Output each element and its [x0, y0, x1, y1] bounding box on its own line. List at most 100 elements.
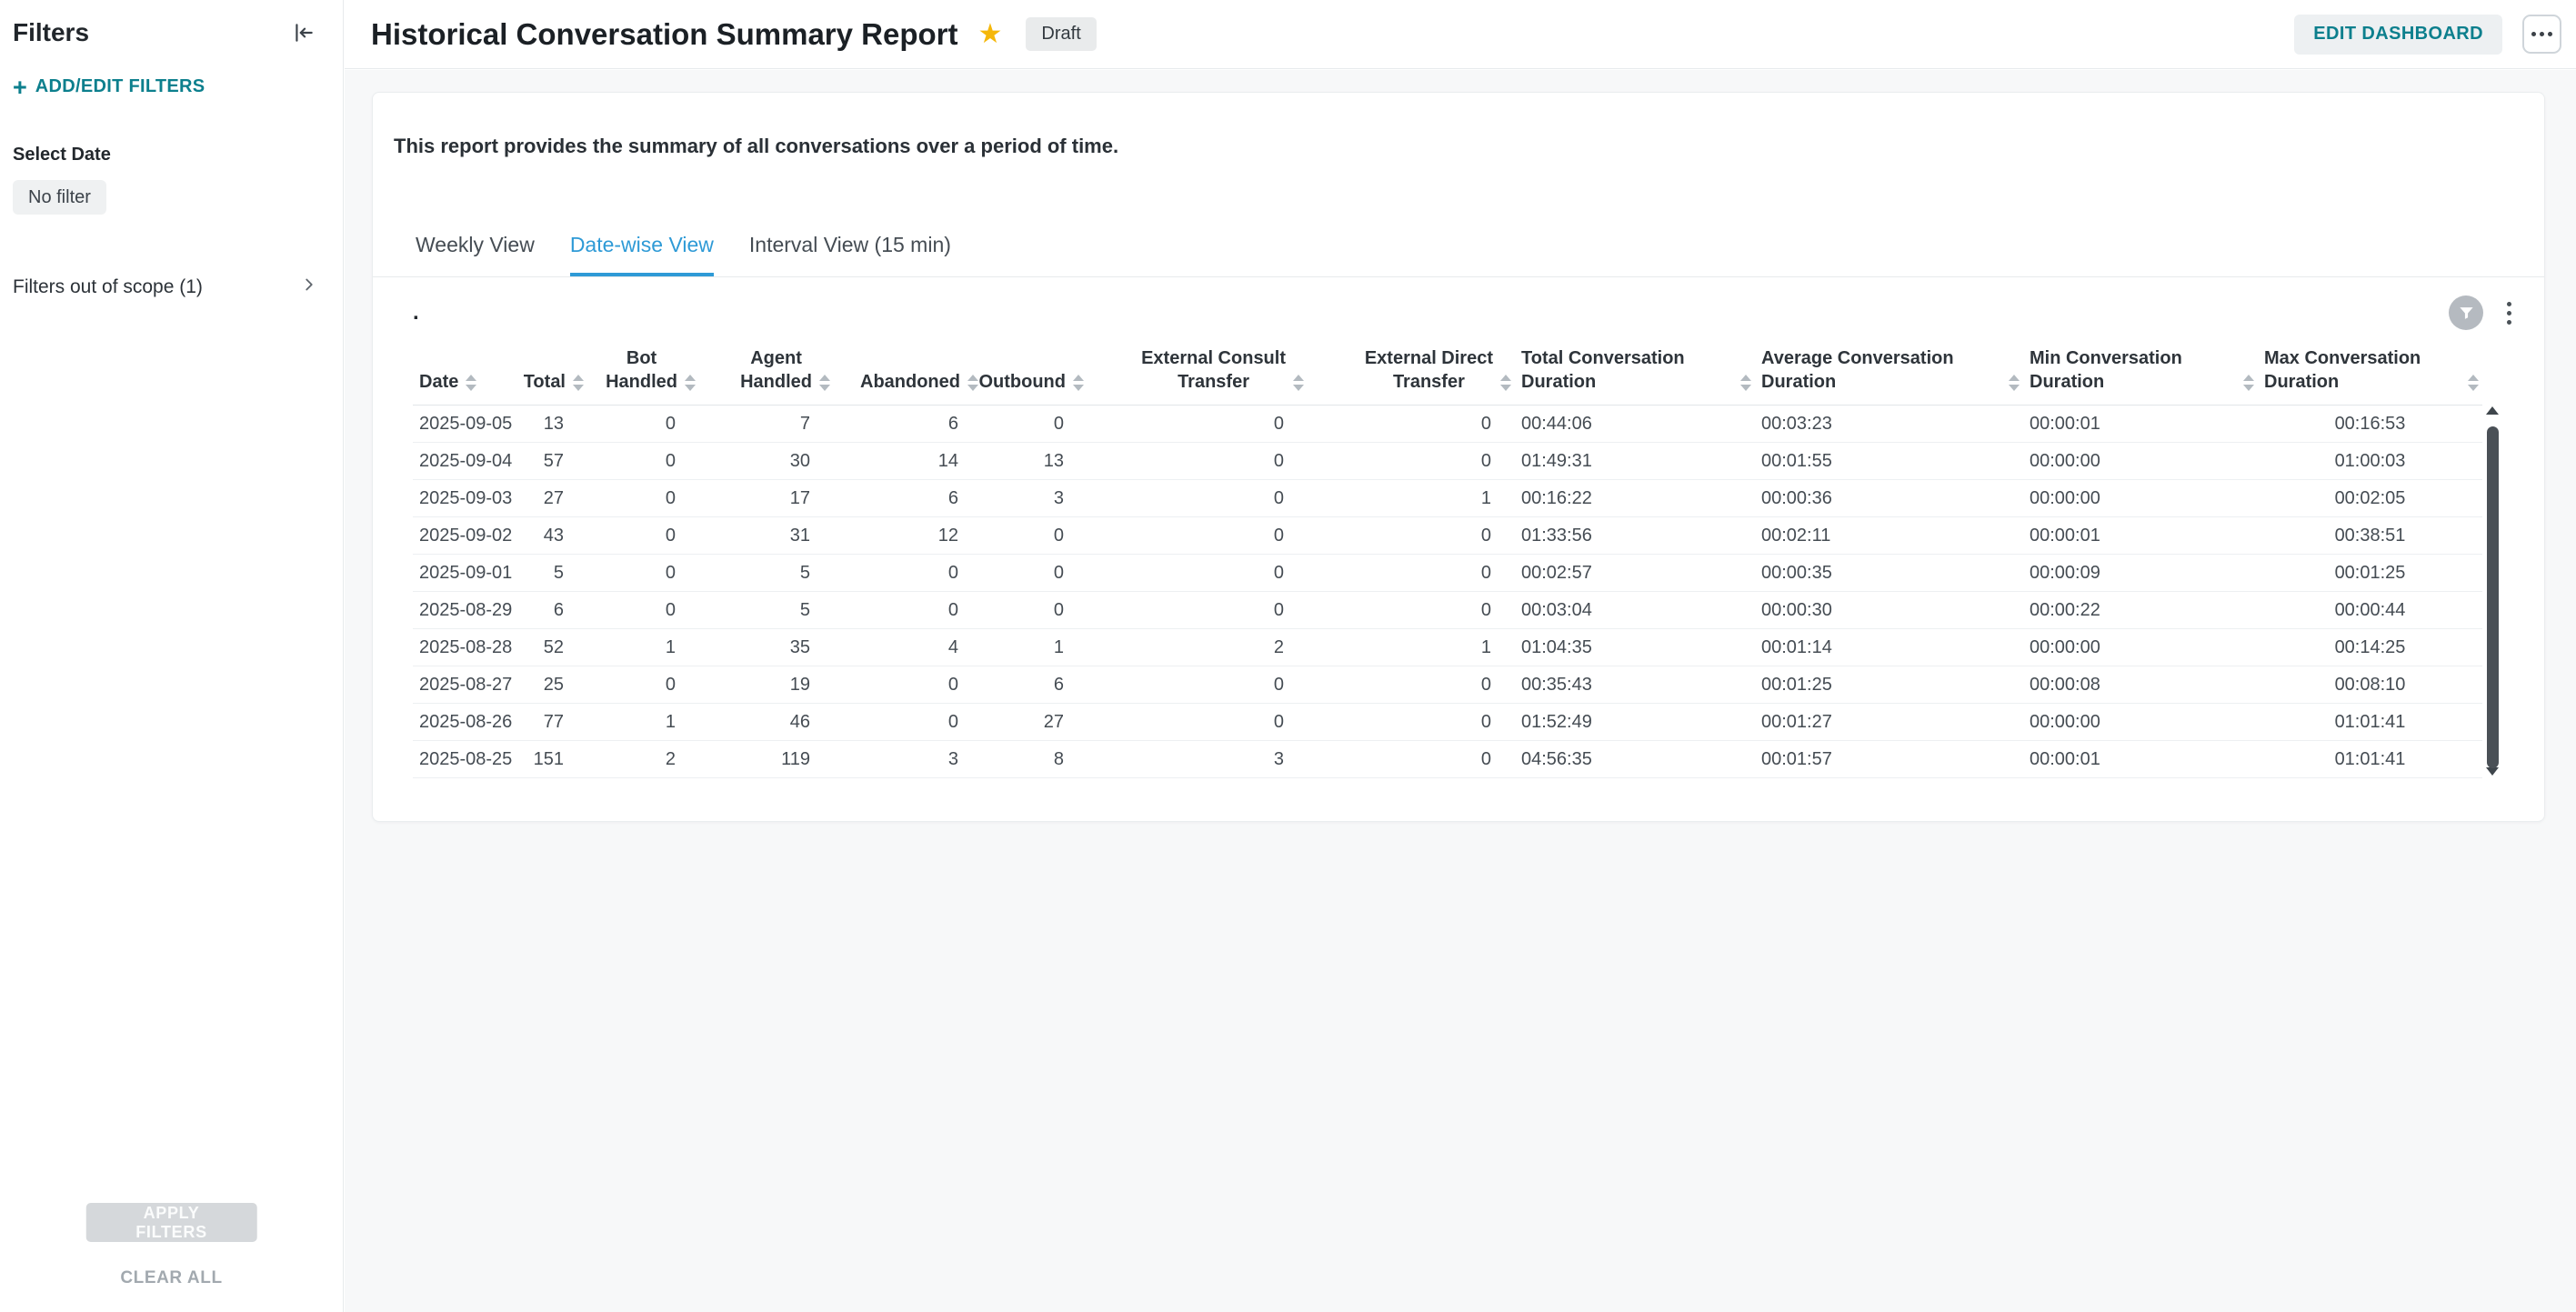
- table-row[interactable]: 2025-09-0327017630100:16:2200:00:3600:00…: [413, 480, 2482, 517]
- tab-date-wise-view[interactable]: Date-wise View: [570, 233, 714, 276]
- table-row[interactable]: 2025-09-051307600000:44:0600:03:2300:00:…: [413, 406, 2482, 443]
- cell-bot-handled: 1: [587, 704, 699, 741]
- table-row[interactable]: 2025-08-2852135412101:04:3500:01:1400:00…: [413, 629, 2482, 666]
- column-label-bot-handled: BotHandled: [606, 346, 677, 394]
- cell-external-consult-transfer: 0: [1088, 704, 1308, 741]
- apply-filters-button[interactable]: APPLY FILTERS: [85, 1203, 257, 1242]
- sort-icon[interactable]: [2468, 375, 2479, 391]
- sort-icon[interactable]: [1740, 375, 1751, 391]
- column-label-min-conversation-duration: Min ConversationDuration: [2030, 346, 2182, 394]
- column-header-abandoned[interactable]: Abandoned: [834, 330, 982, 406]
- table-row[interactable]: 2025-09-045703014130001:49:3100:01:5500:…: [413, 443, 2482, 480]
- column-header-total[interactable]: Total: [525, 330, 587, 406]
- scrollbar-thumb[interactable]: [2487, 426, 2499, 768]
- cell-min-conversation-duration: 00:00:00: [2023, 629, 2258, 666]
- cell-total-conversation-duration: 00:02:57: [1515, 555, 1755, 592]
- filters-title: Filters: [13, 18, 89, 47]
- column-label-max-conversation-duration: Max Conversation Duration: [2264, 346, 2461, 394]
- more-options-button[interactable]: [2522, 15, 2561, 54]
- scroll-down-arrow[interactable]: [2486, 767, 2499, 776]
- filters-out-of-scope-row[interactable]: Filters out of scope (1): [13, 275, 343, 299]
- column-header-bot-handled[interactable]: BotHandled: [587, 330, 699, 406]
- cell-total-conversation-duration: 01:52:49: [1515, 704, 1755, 741]
- cell-bot-handled: 0: [587, 666, 699, 704]
- table-row[interactable]: 2025-09-02430311200001:33:5600:02:1100:0…: [413, 517, 2482, 555]
- collapse-sidebar-icon[interactable]: [292, 21, 316, 45]
- clear-all-button[interactable]: CLEAR ALL: [0, 1268, 343, 1288]
- cell-total: 77: [525, 704, 587, 741]
- column-header-agent-handled[interactable]: AgentHandled: [699, 330, 834, 406]
- cell-average-conversation-duration: 00:01:57: [1755, 741, 2023, 778]
- column-label-total-conversation-duration: Total ConversationDuration: [1521, 346, 1685, 394]
- table-row[interactable]: 2025-08-26771460270001:52:4900:01:2700:0…: [413, 704, 2482, 741]
- sort-icon[interactable]: [685, 375, 696, 391]
- conversation-summary-table: Date Total BotHandled AgentHandledAbandoned…: [413, 330, 2482, 778]
- cell-total: 57: [525, 443, 587, 480]
- column-header-min-conversation-duration[interactable]: Min ConversationDuration: [2023, 330, 2258, 406]
- column-header-max-conversation-duration[interactable]: Max Conversation Duration: [2258, 330, 2482, 406]
- date-filter-chip[interactable]: No filter: [13, 180, 106, 215]
- corner-dot: .: [413, 300, 419, 325]
- cell-outbound: 0: [982, 555, 1088, 592]
- tab-interval-view[interactable]: Interval View (15 min): [749, 233, 951, 276]
- column-header-average-conversation-duration[interactable]: Average ConversationDuration: [1755, 330, 2023, 406]
- kebab-menu-icon[interactable]: [2501, 298, 2517, 328]
- cell-bot-handled: 0: [587, 480, 699, 517]
- column-header-external-direct-transfer[interactable]: External DirectTransfer: [1308, 330, 1515, 406]
- sort-icon[interactable]: [466, 375, 476, 391]
- cell-total: 43: [525, 517, 587, 555]
- cell-external-consult-transfer: 0: [1088, 480, 1308, 517]
- table-row[interactable]: 2025-09-01505000000:02:5700:00:3500:00:0…: [413, 555, 2482, 592]
- cell-total: 5: [525, 555, 587, 592]
- edit-dashboard-button[interactable]: EDIT DASHBOARD: [2294, 15, 2502, 55]
- report-card: This report provides the summary of all …: [372, 92, 2545, 822]
- cell-date: 2025-08-26: [413, 704, 525, 741]
- cell-outbound: 0: [982, 406, 1088, 443]
- cell-min-conversation-duration: 00:00:01: [2023, 741, 2258, 778]
- cell-max-conversation-duration: 00:14:25: [2258, 629, 2482, 666]
- cell-abandoned: 14: [834, 443, 982, 480]
- sort-icon[interactable]: [819, 375, 830, 391]
- column-header-date[interactable]: Date: [413, 330, 525, 406]
- sort-icon[interactable]: [1293, 375, 1304, 391]
- table-filter-icon[interactable]: [2449, 295, 2483, 330]
- table-row[interactable]: 2025-08-2725019060000:35:4300:01:2500:00…: [413, 666, 2482, 704]
- cell-agent-handled: 35: [699, 629, 834, 666]
- sort-icon[interactable]: [1500, 375, 1511, 391]
- add-edit-filters-button[interactable]: + ADD/EDIT FILTERS: [13, 76, 343, 97]
- select-date-label: Select Date: [13, 145, 343, 165]
- table-scrollbar[interactable]: [2485, 406, 2500, 776]
- cell-max-conversation-duration: 01:01:41: [2258, 704, 2482, 741]
- cell-abandoned: 0: [834, 592, 982, 629]
- cell-average-conversation-duration: 00:01:55: [1755, 443, 2023, 480]
- cell-total: 27: [525, 480, 587, 517]
- sort-icon[interactable]: [1073, 375, 1084, 391]
- cell-abandoned: 0: [834, 704, 982, 741]
- cell-bot-handled: 2: [587, 741, 699, 778]
- cell-agent-handled: 7: [699, 406, 834, 443]
- scroll-up-arrow[interactable]: [2486, 406, 2499, 415]
- cell-external-consult-transfer: 0: [1088, 555, 1308, 592]
- tab-weekly-view[interactable]: Weekly View: [416, 233, 535, 276]
- chevron-right-icon: [299, 275, 319, 299]
- sort-icon[interactable]: [573, 375, 584, 391]
- favorite-star-icon[interactable]: ★: [978, 18, 1003, 50]
- cell-total-conversation-duration: 00:35:43: [1515, 666, 1755, 704]
- column-label-external-direct-transfer: External DirectTransfer: [1365, 346, 1493, 394]
- cell-outbound: 8: [982, 741, 1088, 778]
- table-header-row: Date Total BotHandled AgentHandledAbandoned…: [413, 330, 2482, 406]
- sort-icon[interactable]: [2009, 375, 2020, 391]
- table-row[interactable]: 2025-08-29605000000:03:0400:00:3000:00:2…: [413, 592, 2482, 629]
- column-header-outbound[interactable]: Outbound: [982, 330, 1088, 406]
- column-header-total-conversation-duration[interactable]: Total ConversationDuration: [1515, 330, 1755, 406]
- table-row[interactable]: 2025-08-251512119383004:56:3500:01:5700:…: [413, 741, 2482, 778]
- cell-min-conversation-duration: 00:00:00: [2023, 443, 2258, 480]
- sort-icon[interactable]: [967, 375, 978, 391]
- column-header-external-consult-transfer[interactable]: External ConsultTransfer: [1088, 330, 1308, 406]
- sort-icon[interactable]: [2243, 375, 2254, 391]
- cell-abandoned: 0: [834, 666, 982, 704]
- cell-external-direct-transfer: 0: [1308, 555, 1515, 592]
- column-label-date: Date: [419, 370, 458, 394]
- cell-average-conversation-duration: 00:03:23: [1755, 406, 2023, 443]
- cell-date: 2025-09-05: [413, 406, 525, 443]
